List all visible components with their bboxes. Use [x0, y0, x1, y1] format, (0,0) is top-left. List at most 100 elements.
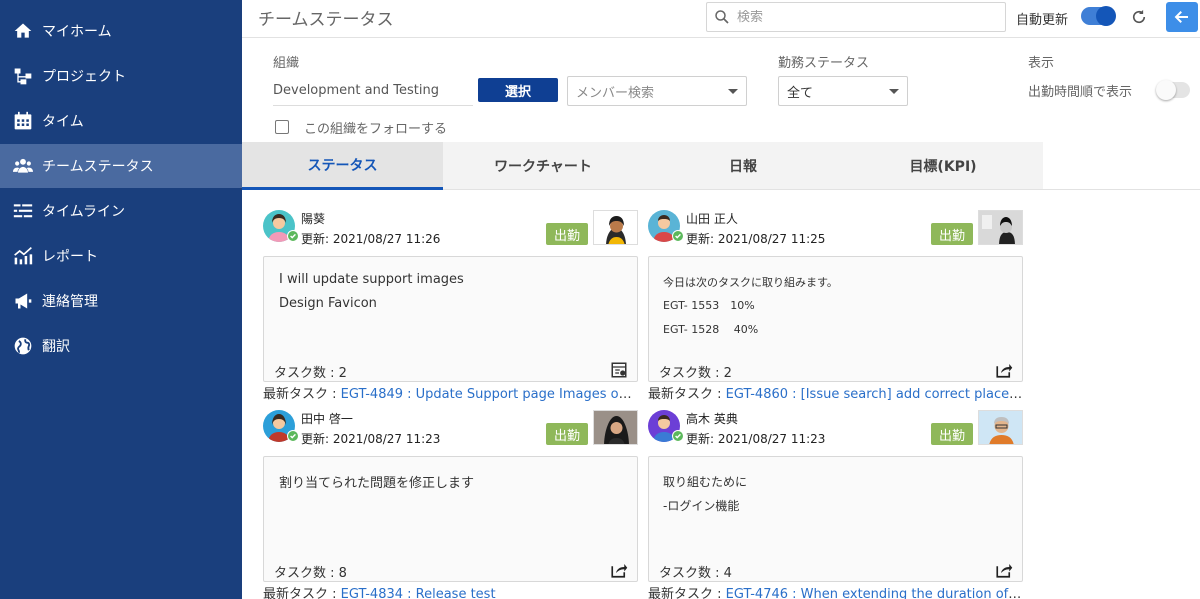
latest-task: 最新タスク : EGT-4834 : Release test [263, 583, 638, 599]
sidebar-item-project[interactable]: プロジェクト [0, 54, 242, 98]
sidebar-item-report[interactable]: レポート [0, 234, 242, 278]
share-icon[interactable] [994, 560, 1014, 580]
member-search-placeholder: メンバー検索 [576, 85, 655, 101]
task-count: タスク数 : 4 [659, 566, 732, 581]
member-name: 田中 啓一 [301, 412, 353, 426]
chevron-down-icon [889, 89, 899, 94]
timeline-icon [12, 200, 34, 222]
follow-org-label: この組織をフォローする [304, 122, 448, 137]
card-line: 割り当てられた問題を修正します [279, 476, 475, 491]
latest-task-link[interactable]: EGT-4746 : When extending the duration o… [726, 587, 1023, 599]
refresh-icon [1132, 9, 1146, 24]
report-card-icon[interactable] [609, 360, 629, 380]
chevron-down-icon [728, 89, 738, 94]
tab-kpi[interactable]: 目標(KPI) [843, 142, 1043, 190]
back-button[interactable] [1166, 2, 1198, 32]
sidebar-item-label: チームステータス [42, 159, 154, 175]
latest-task-link[interactable]: EGT-4849 : Update Support page Images on… [341, 387, 638, 402]
tab-daily-report[interactable]: 日報 [643, 142, 843, 190]
card-line: EGT- 1528 40% [663, 323, 759, 336]
member-search-dropdown[interactable]: メンバー検索 [567, 76, 747, 106]
latest-task-link[interactable]: EGT-4834 : Release test [341, 587, 496, 599]
sidebar-item-translation[interactable]: 翻訳 [0, 324, 242, 368]
member-photo [978, 410, 1023, 445]
sidebar-item-my-home[interactable]: マイホーム [0, 9, 242, 53]
latest-task-label: 最新タスク : [263, 587, 341, 599]
member-name: 高木 英典 [686, 412, 738, 426]
sidebar-item-label: プロジェクト [42, 69, 126, 85]
globe-icon [12, 335, 34, 357]
search-input[interactable] [737, 9, 997, 25]
auto-refresh-label: 自動更新 [1016, 13, 1069, 28]
search-icon [715, 10, 729, 24]
display-label: 表示 [1028, 56, 1055, 71]
sort-by-time-toggle[interactable] [1156, 80, 1190, 100]
share-icon[interactable] [994, 360, 1014, 380]
calendar-icon [12, 110, 34, 132]
online-check-icon [672, 230, 684, 242]
card-line: I will update support images [279, 272, 464, 287]
status-badge: 出勤 [931, 423, 973, 445]
card-line: 取り組むために [663, 475, 748, 489]
sidebar-item-label: タイムライン [42, 204, 126, 220]
status-badge: 出勤 [931, 223, 973, 245]
member-name: 陽葵 [301, 212, 326, 226]
search-box[interactable] [706, 2, 1006, 32]
work-status-label: 勤務ステータス [778, 56, 870, 71]
task-count: タスク数 : 8 [274, 566, 347, 581]
updated-time: 更新: 2021/08/27 11:26 [301, 232, 441, 246]
sidebar-item-timeline[interactable]: タイムライン [0, 189, 242, 233]
online-check-icon [672, 430, 684, 442]
work-status-dropdown[interactable]: 全て [778, 76, 908, 106]
status-badge: 出勤 [546, 423, 588, 445]
work-status-value: 全て [787, 85, 814, 101]
sidebar-item-team-status[interactable]: チームステータス [0, 144, 242, 188]
project-icon [12, 65, 34, 87]
tab-work-chart[interactable]: ワークチャート [443, 142, 643, 190]
org-field[interactable]: Development and Testing [273, 79, 473, 106]
arrow-left-icon [1174, 11, 1188, 23]
sidebar-item-label: マイホーム [42, 24, 112, 40]
updated-time: 更新: 2021/08/27 11:23 [686, 432, 826, 446]
latest-task: 最新タスク : EGT-4746 : When extending the du… [648, 583, 1023, 599]
page-title: チームステータス [258, 10, 394, 30]
card-line: Design Favicon [279, 296, 377, 311]
card-line: -ログイン機能 [663, 499, 740, 513]
sidebar-item-label: 連絡管理 [42, 294, 98, 310]
sidebar: マイホーム プロジェクト タイム チームステータス タイムライン レポート 連絡… [0, 0, 242, 599]
member-name: 山田 正人 [686, 212, 738, 226]
select-org-button[interactable]: 選択 [478, 78, 558, 102]
latest-task-label: 最新タスク : [263, 387, 341, 402]
sidebar-item-label: レポート [42, 249, 98, 265]
latest-task-link[interactable]: EGT-4860 : [Issue search] add correct pl… [726, 387, 1023, 402]
sort-by-time-label: 出勤時間順で表示 [1028, 85, 1133, 100]
sidebar-item-contact[interactable]: 連絡管理 [0, 279, 242, 323]
updated-time: 更新: 2021/08/27 11:23 [301, 432, 441, 446]
home-icon [12, 20, 34, 42]
sidebar-item-label: 翻訳 [42, 339, 70, 355]
megaphone-icon [12, 290, 34, 312]
team-icon [12, 155, 34, 177]
task-count: タスク数 : 2 [274, 366, 347, 381]
org-label: 組織 [273, 56, 300, 71]
member-photo [593, 410, 638, 445]
status-badge: 出勤 [546, 223, 588, 245]
sidebar-item-label: タイム [42, 114, 84, 130]
member-photo [593, 210, 638, 245]
task-count: タスク数 : 2 [659, 366, 732, 381]
updated-time: 更新: 2021/08/27 11:25 [686, 232, 826, 246]
online-check-icon [287, 430, 299, 442]
latest-task: 最新タスク : EGT-4849 : Update Support page I… [263, 383, 638, 402]
auto-refresh-toggle[interactable] [1081, 6, 1116, 26]
refresh-button[interactable] [1128, 6, 1150, 28]
sidebar-item-time[interactable]: タイム [0, 99, 242, 143]
follow-org-checkbox[interactable] [275, 120, 289, 134]
latest-task: 最新タスク : EGT-4860 : [Issue search] add co… [648, 383, 1023, 402]
online-check-icon [287, 230, 299, 242]
tab-status[interactable]: ステータス [242, 142, 443, 190]
header: チームステータス 自動更新 [242, 0, 1200, 38]
card-line: 今日は次のタスクに取り組みます。 [663, 276, 838, 289]
member-photo [978, 210, 1023, 245]
share-icon[interactable] [609, 560, 629, 580]
latest-task-label: 最新タスク : [648, 587, 726, 599]
